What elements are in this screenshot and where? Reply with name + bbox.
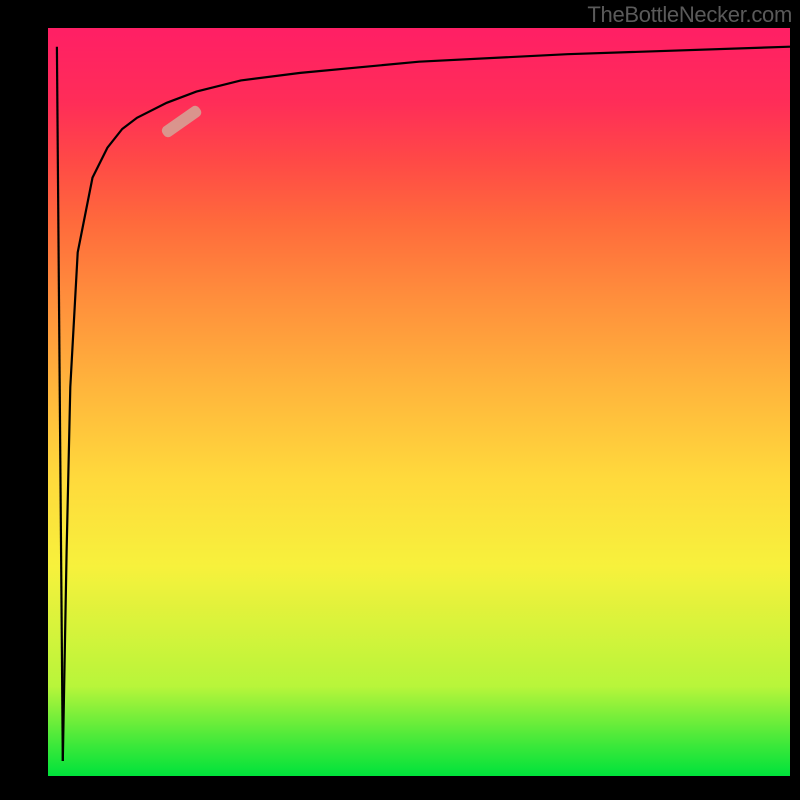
attribution-label: TheBottleNecker.com	[587, 2, 792, 28]
bottleneck-curve	[63, 47, 790, 761]
current-position-marker	[160, 104, 203, 139]
axis-x-frame	[0, 776, 800, 800]
curve-layer	[48, 28, 790, 776]
chart-container: TheBottleNecker.com	[0, 0, 800, 800]
plot-area	[48, 28, 790, 776]
descending-edge	[57, 47, 63, 761]
axis-y-frame	[0, 0, 48, 800]
